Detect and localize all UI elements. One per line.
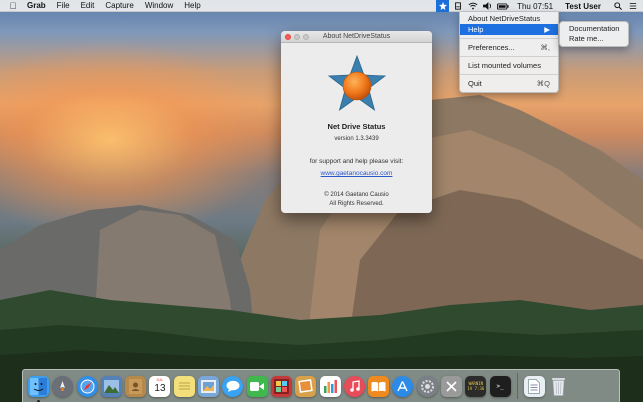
menu-window[interactable]: Window bbox=[145, 0, 173, 12]
about-rights-line: All Rights Reserved. bbox=[329, 201, 384, 207]
zoom-button[interactable] bbox=[303, 34, 309, 40]
iphoto-icon[interactable] bbox=[295, 375, 317, 397]
facetime-icon[interactable] bbox=[246, 375, 268, 397]
document-icon[interactable] bbox=[523, 375, 545, 397]
about-window-title: About NetDriveStatus bbox=[322, 33, 391, 40]
about-window-content: Net Drive Status version 1.3.3439 for su… bbox=[281, 54, 432, 209]
notes-icon[interactable] bbox=[173, 375, 195, 397]
about-version: version 1.3.3439 bbox=[334, 136, 379, 142]
menu-extras: Thu 07:51 Test User bbox=[434, 0, 639, 12]
dock-separator bbox=[516, 373, 518, 399]
contacts-icon[interactable] bbox=[125, 375, 147, 397]
menu-item-list-volumes[interactable]: List mounted volumes bbox=[460, 60, 558, 71]
minimize-button[interactable] bbox=[294, 34, 300, 40]
terminal-icon[interactable]: >_ bbox=[489, 375, 511, 397]
safari-icon[interactable] bbox=[76, 375, 98, 397]
about-window: About NetDriveStatus Net Drive Status ve… bbox=[281, 31, 432, 213]
menu-edit[interactable]: Edit bbox=[81, 0, 95, 12]
console-icon[interactable]: WARNIN 1V 7:36 bbox=[465, 375, 487, 397]
calendar-icon[interactable]: JUL 13 bbox=[149, 375, 171, 397]
menu-file[interactable]: File bbox=[57, 0, 70, 12]
about-support-text: for support and help please visit: bbox=[309, 158, 404, 165]
netdrivestatus-icon[interactable] bbox=[436, 0, 450, 12]
numbers-icon[interactable] bbox=[319, 375, 341, 397]
drive-icon[interactable] bbox=[451, 0, 464, 12]
menu-bar:  Grab File Edit Capture Window Help Thu… bbox=[0, 0, 643, 12]
messages-icon[interactable] bbox=[222, 375, 244, 397]
menu-separator bbox=[460, 38, 558, 39]
photo-booth-icon[interactable] bbox=[270, 375, 292, 397]
netdrivestatus-logo-icon bbox=[327, 54, 386, 113]
itunes-icon[interactable] bbox=[343, 375, 365, 397]
system-preferences-icon[interactable] bbox=[416, 375, 438, 397]
console-time-text: 1V 7:36 bbox=[467, 386, 485, 391]
calendar-month: JUL bbox=[156, 376, 164, 382]
preview-icon[interactable] bbox=[100, 375, 122, 397]
app-store-icon[interactable] bbox=[392, 375, 414, 397]
menu-item-list-volumes-label: List mounted volumes bbox=[468, 61, 541, 70]
launchpad-icon[interactable] bbox=[52, 375, 74, 397]
menu-item-quit-label: Quit bbox=[468, 79, 482, 88]
about-website-link[interactable]: www.gaetanocausio.com bbox=[281, 170, 432, 177]
photos-icon[interactable] bbox=[198, 375, 220, 397]
utility-icon[interactable] bbox=[441, 375, 463, 397]
menu-item-quit[interactable]: Quit ⌘Q bbox=[460, 78, 558, 89]
menubar-clock[interactable]: Thu 07:51 bbox=[517, 2, 553, 11]
menu-item-preferences-label: Preferences... bbox=[468, 43, 515, 52]
menu-item-about-label: About NetDriveStatus bbox=[468, 14, 541, 23]
submenu-item-rate[interactable]: Rate me... bbox=[560, 34, 628, 44]
about-copyright-line: © 2014 Gaetano Causio bbox=[324, 192, 389, 198]
about-window-titlebar[interactable]: About NetDriveStatus bbox=[281, 31, 432, 43]
menu-item-help[interactable]: Help ▶ bbox=[460, 24, 558, 35]
help-submenu: Documentation Rate me... bbox=[559, 21, 629, 47]
menu-help[interactable]: Help bbox=[184, 0, 200, 12]
dock: JUL 13 WARNIN 1V 7:36 >_ bbox=[22, 369, 620, 402]
calendar-day: 13 bbox=[154, 382, 166, 394]
submenu-arrow-icon: ▶ bbox=[544, 25, 550, 34]
menu-separator bbox=[460, 74, 558, 75]
menu-capture[interactable]: Capture bbox=[105, 0, 133, 12]
menu-item-preferences-shortcut: ⌘, bbox=[540, 43, 550, 52]
window-controls bbox=[285, 34, 312, 40]
submenu-item-documentation[interactable]: Documentation bbox=[560, 24, 628, 34]
terminal-prompt: >_ bbox=[496, 382, 504, 390]
wifi-icon[interactable] bbox=[466, 0, 479, 12]
finder-icon[interactable] bbox=[28, 375, 49, 402]
about-app-name: Net Drive Status bbox=[327, 122, 386, 131]
menu-item-help-label: Help bbox=[468, 25, 484, 34]
menubar-user[interactable]: Test User bbox=[565, 2, 601, 11]
battery-icon[interactable] bbox=[496, 0, 509, 12]
menu-separator bbox=[460, 56, 558, 57]
menu-item-about[interactable]: About NetDriveStatus bbox=[460, 13, 558, 24]
apple-icon[interactable]:  bbox=[8, 0, 18, 12]
volume-icon[interactable] bbox=[481, 0, 494, 12]
menu-grab[interactable]: Grab bbox=[27, 0, 46, 12]
menu-item-quit-shortcut: ⌘Q bbox=[536, 79, 550, 88]
list-icon[interactable] bbox=[626, 0, 639, 12]
about-copyright: © 2014 Gaetano Causio All Rights Reserve… bbox=[281, 191, 432, 209]
search-icon[interactable] bbox=[611, 0, 624, 12]
netdrivestatus-menu: About NetDriveStatus Help ▶ Preferences.… bbox=[459, 12, 559, 93]
menu-item-preferences[interactable]: Preferences... ⌘, bbox=[460, 42, 558, 53]
ibooks-icon[interactable] bbox=[368, 375, 390, 397]
close-button[interactable] bbox=[285, 34, 291, 40]
trash-icon[interactable] bbox=[548, 376, 569, 397]
